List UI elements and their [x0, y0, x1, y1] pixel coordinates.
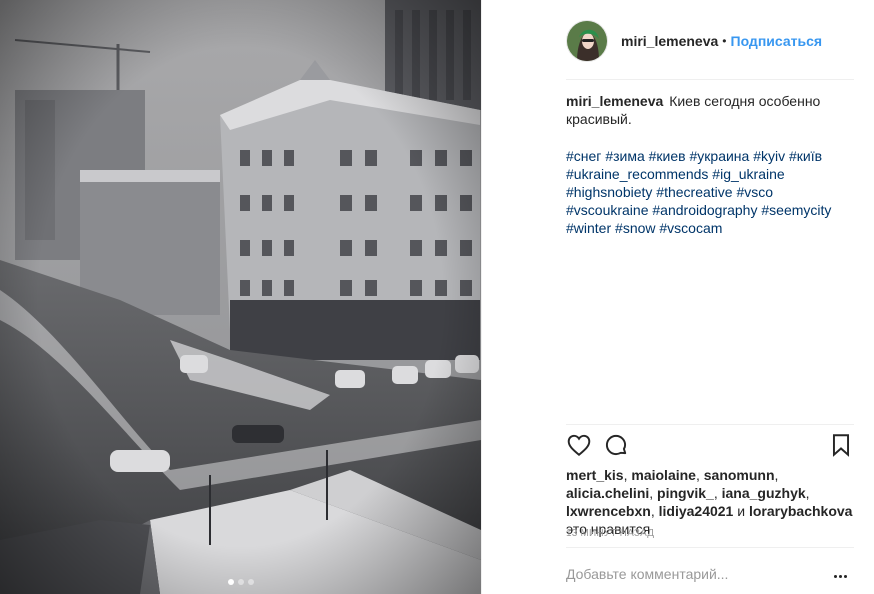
liker-username[interactable]: lxwrencebxn [566, 503, 651, 519]
liker-username[interactable]: alicia.chelini [566, 485, 649, 501]
likes-and-word: и [737, 503, 746, 519]
hashtag-link[interactable]: #ukraine_recommends [566, 166, 708, 182]
hashtag-link[interactable]: #vscocam [659, 220, 722, 236]
hashtag-link[interactable]: #ig_ukraine [712, 166, 784, 182]
liker-username[interactable]: iana_guzhyk [722, 485, 806, 501]
carousel-dot [228, 579, 234, 585]
hashtag-link[interactable]: #киев [649, 148, 686, 164]
hashtag-link[interactable]: #highsnobiety [566, 184, 652, 200]
liker-username[interactable]: lidiya24021 [659, 503, 734, 519]
carousel-indicator [228, 579, 254, 585]
post-photo[interactable] [0, 0, 481, 594]
avatar-icon [567, 21, 607, 61]
hashtag-link[interactable]: #kyiv [753, 148, 785, 164]
hashtag-link[interactable]: #київ [789, 148, 822, 164]
hashtag-list: #снег #зима #киев #украина #kyiv #київ #… [566, 147, 846, 237]
comment-form [566, 560, 854, 592]
more-dot [833, 574, 837, 578]
hashtag-link[interactable]: #snow [615, 220, 655, 236]
post-details-panel: miri_lemeneva • Подписаться miri_lemenev… [481, 0, 874, 594]
post-header: miri_lemeneva • Подписаться [566, 20, 866, 62]
divider [566, 79, 854, 80]
hashtag-link[interactable]: #thecreative [656, 184, 732, 200]
liker-username[interactable]: mert_kis [566, 467, 624, 483]
header-username[interactable]: miri_lemeneva [621, 33, 718, 49]
liker-username[interactable]: sanomunn [704, 467, 775, 483]
liker-username[interactable]: lorarybachkova [749, 503, 853, 519]
carousel-dot [248, 579, 254, 585]
follow-button[interactable]: Подписаться [731, 33, 823, 49]
hashtag-link[interactable]: #seemycity [761, 202, 831, 218]
hashtag-link[interactable]: #vscoukraine [566, 202, 649, 218]
liker-username[interactable]: pingvik_ [657, 485, 714, 501]
comment-bubble-icon[interactable] [603, 432, 629, 458]
comment-input[interactable] [566, 560, 806, 588]
post-caption: miri_lemeneva Киев сегодня особенно крас… [566, 92, 828, 128]
post-actions [566, 432, 852, 460]
more-dot [843, 574, 847, 578]
hashtag-link[interactable]: #androidography [652, 202, 757, 218]
more-options-icon[interactable] [830, 568, 850, 584]
hashtag-link[interactable]: #снег [566, 148, 601, 164]
hashtag-link[interactable]: #украина [690, 148, 750, 164]
post-timestamp[interactable]: 13 МИНУТ НАЗАД [566, 528, 654, 539]
divider [566, 547, 854, 548]
city-snow-photo [0, 0, 481, 594]
bookmark-icon[interactable] [828, 432, 854, 458]
liker-username[interactable]: maiolaine [631, 467, 696, 483]
avatar[interactable] [566, 20, 608, 62]
hashtag-link[interactable]: #зима [605, 148, 644, 164]
more-dot [838, 574, 842, 578]
hashtag-link[interactable]: #winter [566, 220, 611, 236]
heart-icon[interactable] [566, 432, 592, 458]
separator-bullet: • [722, 34, 727, 48]
divider [566, 424, 854, 425]
caption-author[interactable]: miri_lemeneva [566, 93, 663, 109]
hashtag-link[interactable]: #vsco [736, 184, 773, 200]
carousel-dot [238, 579, 244, 585]
